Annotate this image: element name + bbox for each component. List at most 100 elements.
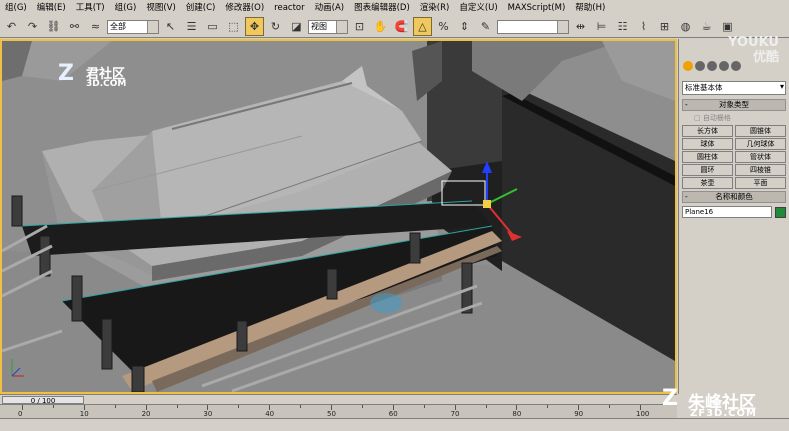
menu-item[interactable]: 动画(A) [310, 0, 349, 16]
object-type-rollout: - 对象类型 ▢ 自动栅格 长方体 圆锥体 球体 几何球体 圆柱体 管状体 圆环 四棱锥 茶壶 平面 [682, 99, 786, 189]
object-type-button[interactable]: 四棱锥 [735, 164, 786, 176]
window-crossing-icon[interactable]: ⬚ [224, 17, 243, 36]
shapes-category-icon[interactable] [695, 61, 705, 71]
track-bar[interactable]: 0 10 20 30 40 50 60 70 80 90 100 [0, 404, 677, 419]
object-type-button[interactable]: 长方体 [682, 125, 733, 137]
time-slider[interactable]: 0 / 100 [2, 396, 84, 405]
frame-label: 30 [203, 410, 213, 418]
frame-tick [485, 405, 487, 408]
snap-toggle-icon[interactable]: 🧲 [392, 17, 411, 36]
percent-snap-icon[interactable]: % [434, 17, 453, 36]
name-color-rollout: - 名称和颜色 Plane16 [682, 191, 786, 218]
frame-label: 0 [18, 410, 23, 418]
frame-tick [423, 405, 425, 408]
object-type-button[interactable]: 圆环 [682, 164, 733, 176]
helpers-category-icon[interactable] [731, 61, 741, 71]
reference-coord-dropdown[interactable]: 视图 [308, 19, 348, 34]
autogrid-label: 自动栅格 [702, 114, 731, 122]
frame-tick [176, 405, 178, 408]
watermark-br-logo: Z [662, 386, 678, 411]
pivot-center-icon[interactable]: ⊡ [350, 17, 369, 36]
command-panel: YOUKU 优酷 标准基本体 -对象类型 ▢ 自动栅格 长方体圆锥体球体几何球体… [678, 35, 789, 394]
object-type-button[interactable]: 圆柱体 [682, 151, 733, 163]
rotate-icon[interactable]: ↻ [266, 17, 285, 36]
selection-filter-dropdown[interactable]: 全部 [107, 19, 159, 34]
layer-manager-icon[interactable]: ☷ [613, 17, 632, 36]
menu-item[interactable]: 修改器(O) [220, 0, 269, 16]
frame-label: 90 [574, 410, 584, 418]
edit-named-selection-icon[interactable]: ✎ [476, 17, 495, 36]
named-selection-dropdown[interactable] [497, 19, 569, 34]
frame-label: 40 [265, 410, 275, 418]
watermark-logo: Z [58, 61, 74, 86]
angle-snap-icon[interactable]: △ [413, 17, 432, 36]
reference-coord-value: 视图 [311, 22, 327, 31]
menu-item[interactable]: 创建(C) [181, 0, 221, 16]
object-category-dropdown[interactable]: 标准基本体 [682, 81, 786, 95]
object-type-button[interactable]: 圆锥体 [735, 125, 786, 137]
watermark-top-left: Z 君社区 3D.COM [58, 61, 126, 89]
menu-item[interactable]: 渲染(R) [415, 0, 455, 16]
select-arrow-icon[interactable]: ↖ [161, 17, 180, 36]
object-type-button[interactable]: 平面 [735, 177, 786, 189]
spinner-snap-icon[interactable]: ⇕ [455, 17, 474, 36]
move-icon[interactable]: ✥ [245, 17, 264, 36]
perspective-viewport[interactable]: Z 君社区 3D.COM [0, 39, 677, 394]
object-type-title: 对象类型 [719, 100, 749, 109]
menu-item[interactable]: 组(G) [110, 0, 142, 16]
frame-label: 60 [388, 410, 398, 418]
bind-space-warp-icon[interactable]: ≈ [86, 17, 105, 36]
align-icon[interactable]: ⊨ [592, 17, 611, 36]
object-type-button[interactable]: 管状体 [735, 151, 786, 163]
cameras-category-icon[interactable] [719, 61, 729, 71]
object-type-rollout-header[interactable]: - 对象类型 [682, 99, 786, 111]
menu-item[interactable]: 编辑(E) [32, 0, 71, 16]
frame-label: 10 [79, 410, 89, 418]
scale-icon[interactable]: ◪ [287, 17, 306, 36]
render-setup-icon[interactable]: ☕ [697, 17, 716, 36]
geometry-category-icon[interactable] [683, 61, 693, 71]
material-editor-icon[interactable]: ◍ [676, 17, 695, 36]
mirror-icon[interactable]: ⇹ [571, 17, 590, 36]
select-by-name-icon[interactable]: ☰ [182, 17, 201, 36]
menu-item[interactable]: 组(G) [0, 0, 32, 16]
object-type-button[interactable]: 茶壶 [682, 177, 733, 189]
undo-icon[interactable]: ↶ [2, 17, 21, 36]
youku-watermark-line1: YOUKU [728, 35, 779, 50]
frame-tick [300, 405, 302, 408]
lights-category-icon[interactable] [707, 61, 717, 71]
unlink-icon[interactable]: ⚯ [65, 17, 84, 36]
quick-render-icon[interactable]: ▣ [718, 17, 737, 36]
command-panel-tabs: YOUKU 优酷 [679, 35, 789, 75]
frame-tick [609, 405, 611, 408]
menu-item[interactable]: 工具(T) [71, 0, 110, 16]
object-category-value: 标准基本体 [685, 83, 723, 92]
frame-label: 100 [636, 410, 650, 418]
object-type-buttons: 长方体 圆锥体 球体 几何球体 圆柱体 管状体 圆环 四棱锥 茶壶 平面 [682, 125, 786, 189]
object-type-button[interactable]: 球体 [682, 138, 733, 150]
autogrid-checkbox[interactable]: ▢ 自动栅格 [694, 113, 786, 123]
menu-item[interactable]: 帮助(H) [570, 0, 610, 16]
curve-editor-icon[interactable]: ⌇ [634, 17, 653, 36]
schematic-view-icon[interactable]: ⊞ [655, 17, 674, 36]
rect-selection-icon[interactable]: ▭ [203, 17, 222, 36]
watermark-domain: 3D.COM [86, 79, 127, 89]
select-manipulate-icon[interactable]: ✋ [371, 17, 390, 36]
frame-label: 70 [450, 410, 460, 418]
menu-item[interactable]: MAXScript(M) [503, 0, 571, 16]
object-type-button[interactable]: 几何球体 [735, 138, 786, 150]
name-color-rollout-header[interactable]: - 名称和颜色 [682, 191, 786, 203]
menu-item[interactable]: 图表编辑器(D) [349, 0, 415, 16]
link-icon[interactable]: ⛓ [44, 17, 63, 36]
main-toolbar: ↶ ↷ ⛓ ⚯ ≈ 全部 ↖ ☰ ▭ ⬚ ✥ ↻ ◪ 视图 ⊡ ✋ 🧲 △ % … [0, 16, 789, 38]
status-bar [0, 418, 789, 431]
object-color-swatch[interactable] [775, 206, 786, 218]
redo-icon[interactable]: ↷ [23, 17, 42, 36]
frame-label: 20 [141, 410, 151, 418]
frame-tick [547, 405, 549, 408]
menu-item[interactable]: reactor [269, 0, 309, 16]
menu-item[interactable]: 视图(V) [141, 0, 180, 16]
object-name-field[interactable]: Plane16 [682, 206, 772, 218]
name-color-title: 名称和颜色 [715, 192, 753, 201]
menu-item[interactable]: 自定义(U) [454, 0, 502, 16]
